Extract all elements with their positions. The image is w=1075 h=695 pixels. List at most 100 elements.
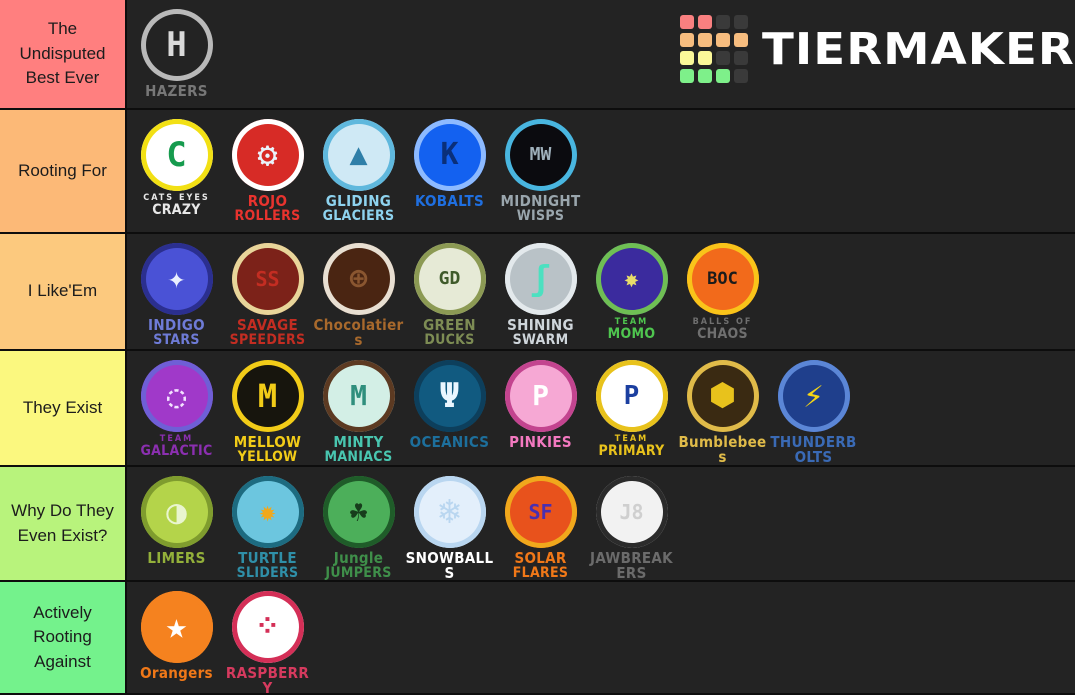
tiermaker-logo: TIERMAKER xyxy=(679,15,1074,83)
tier-item[interactable]: M MINTY MANIACS xyxy=(313,355,404,464)
team-logo-icon: ✦ xyxy=(140,243,213,315)
tier-item[interactable]: H HAZERS xyxy=(131,4,222,99)
tier-item[interactable]: ⁘ RASPBERRYRACERS xyxy=(222,586,313,693)
tier-item[interactable]: SS SAVAGE SPEEDERS xyxy=(222,238,313,347)
tier-item[interactable]: ✸ TEAM MOMO xyxy=(586,238,677,341)
team-logo-icon: C xyxy=(140,119,213,191)
tier-item[interactable]: M MELLOW YELLOW xyxy=(222,355,313,464)
team-name-label: RASPBERRYRACERS xyxy=(222,666,313,694)
team-name-line: INDIGO xyxy=(148,316,205,334)
team-logo-icon: H xyxy=(140,9,213,81)
tier-item[interactable]: ☘ Jungle JUMPERS xyxy=(313,471,404,580)
team-name-line: DUCKS xyxy=(424,332,475,348)
tier-label[interactable]: The Undisputed Best Ever xyxy=(0,0,127,108)
team-logo-glyph: ⊕ xyxy=(349,261,368,296)
team-logo-glyph: ʃ xyxy=(530,259,551,299)
team-name-label: CATS EYES CRAZY xyxy=(131,194,222,218)
tier-item[interactable]: ⚙ ROJO ROLLERS xyxy=(222,114,313,223)
brand-grid-cell xyxy=(697,51,712,65)
team-name-line: WISPS xyxy=(516,208,565,224)
team-name-label: MIDNIGHT WISPS xyxy=(495,194,586,224)
tier-row: I Like'Em ✦ INDIGO STARS SS SAVAGE SPEEDERS ⊕ Ch… xyxy=(0,234,1075,351)
tier-item-container[interactable]: ◌ TEAM GALACTIC M MELLOW YELLOW M MINTY MANIACS Ψ… xyxy=(127,351,1075,465)
brand-grid-cell xyxy=(679,33,694,47)
team-name-label: HAZERS xyxy=(131,84,222,99)
team-name-label: SHINING SWARM xyxy=(495,318,586,348)
team-name-label: INDIGO STARS xyxy=(131,316,222,348)
tier-item[interactable]: C CATS EYES CRAZY xyxy=(131,114,222,217)
team-logo-icon: SF xyxy=(504,476,577,548)
team-name-label: MELLOW YELLOW xyxy=(222,433,313,465)
team-name-line: STARS xyxy=(153,332,200,348)
team-name-line: ROLLERS xyxy=(234,208,301,224)
team-name-line: MELLOW xyxy=(233,433,302,451)
tier-item-container[interactable]: ★ Orangers ⁘ RASPBERRYRACERS xyxy=(127,582,1075,693)
team-logo-glyph: ▲ xyxy=(349,137,368,172)
team-logo-icon: ★ xyxy=(140,591,213,663)
tier-label[interactable]: I Like'Em xyxy=(0,234,127,349)
team-logo-icon: ▲ xyxy=(322,119,395,191)
tier-item[interactable]: K KOBALTS xyxy=(404,114,495,209)
team-logo-glyph: ⬢ xyxy=(709,378,736,413)
team-logo-icon: SS xyxy=(231,243,304,315)
team-logo-icon: MW xyxy=(504,119,577,191)
tier-rows: The Undisputed Best Ever H HAZERS Rooting F… xyxy=(0,0,1075,695)
team-name-label: Jungle JUMPERS xyxy=(313,551,404,581)
tier-item[interactable]: ◑ LIMERS xyxy=(131,471,222,566)
tier-item[interactable]: J8 JAWBREAKERS xyxy=(586,471,677,580)
tier-item[interactable]: ⊕ Chocolatiers xyxy=(313,238,404,348)
tier-item[interactable]: Ψ OCEANICS xyxy=(404,355,495,450)
team-logo-glyph: SF xyxy=(528,500,553,524)
team-name-line: THUNDERBOLTS xyxy=(770,433,857,465)
tier-row: Rooting For C CATS EYES CRAZY ⚙ ROJO ROLLERS ▲ G… xyxy=(0,110,1075,234)
tier-item[interactable]: SF SOLAR FLARES xyxy=(495,471,586,580)
tier-label[interactable]: They Exist xyxy=(0,351,127,465)
team-logo-glyph: Ψ xyxy=(439,376,460,416)
tier-item[interactable]: ▲ GLIDING GLACIERS xyxy=(313,114,404,223)
tier-label[interactable]: Rooting For xyxy=(0,110,127,232)
team-name-label: LIMERS xyxy=(131,551,222,566)
team-name-label: GLIDING GLACIERS xyxy=(313,194,404,224)
tier-item[interactable]: GD GREEN DUCKS xyxy=(404,238,495,347)
tier-item[interactable]: P TEAM PRIMARY xyxy=(586,355,677,458)
team-name-line: FLARES xyxy=(512,565,569,580)
team-logo-icon: J8 xyxy=(595,476,668,548)
tier-item[interactable]: ʃ SHINING SWARM xyxy=(495,238,586,347)
tier-item[interactable]: ⚡ THUNDERBOLTS xyxy=(768,355,859,465)
tier-item[interactable]: ✦ INDIGO STARS xyxy=(131,238,222,347)
team-logo-icon: ❄ xyxy=(413,476,486,548)
tier-item[interactable]: MW MIDNIGHT WISPS xyxy=(495,114,586,223)
tier-item[interactable]: ✹ TURTLE SLIDERS xyxy=(222,471,313,580)
tier-item[interactable]: ★ Orangers xyxy=(131,586,222,681)
team-name-line: GLACIERS xyxy=(322,208,395,224)
tier-item[interactable]: ◌ TEAM GALACTIC xyxy=(131,355,222,458)
tiermaker-wordmark: TIERMAKER xyxy=(761,23,1075,75)
team-logo-icon: ⊕ xyxy=(322,243,395,315)
team-logo-icon: GD xyxy=(413,243,486,315)
team-logo-glyph: ✸ xyxy=(624,265,639,293)
tier-item[interactable]: ⬢ Bumblebees xyxy=(677,355,768,465)
team-name-label: SNOWBALLS xyxy=(404,549,495,581)
team-name-line: CRAZY xyxy=(152,202,201,218)
team-logo-glyph: P xyxy=(623,381,640,411)
tier-item-container[interactable]: ✦ INDIGO STARS SS SAVAGE SPEEDERS ⊕ Chocolatier… xyxy=(127,234,1075,349)
tier-row: Why Do They Even Exist? ◑ LIMERS ✹ TURTLE SLI… xyxy=(0,467,1075,582)
tier-item[interactable]: ❄ SNOWBALLS xyxy=(404,471,495,580)
brand-grid-cell xyxy=(679,51,694,65)
tier-label[interactable]: Actively Rooting Against xyxy=(0,582,127,693)
team-logo-glyph: ⚡ xyxy=(803,376,824,416)
brand-grid-cell xyxy=(733,33,748,47)
team-logo-glyph: M xyxy=(350,379,367,412)
tier-item-container[interactable]: ◑ LIMERS ✹ TURTLE SLIDERS ☘ Jungle JUMPERS ❄ SNOW… xyxy=(127,467,1075,580)
team-name-label: KOBALTS xyxy=(404,194,495,209)
team-logo-icon: Ψ xyxy=(413,360,486,432)
tier-item[interactable]: BOC BALLS OF CHAOS xyxy=(677,238,768,341)
team-logo-icon: ◌ xyxy=(140,360,213,432)
team-name-line: SNOWBALLS xyxy=(405,549,494,581)
tier-label[interactable]: Why Do They Even Exist? xyxy=(0,467,127,580)
team-name-label: SAVAGE SPEEDERS xyxy=(222,318,313,348)
tier-item[interactable]: P PINKIES xyxy=(495,355,586,450)
tier-item-container[interactable]: C CATS EYES CRAZY ⚙ ROJO ROLLERS ▲ GLIDING GLACI… xyxy=(127,110,1075,232)
team-name-label: TEAM GALACTIC xyxy=(131,435,222,459)
team-name-label: THUNDERBOLTS xyxy=(768,435,859,465)
